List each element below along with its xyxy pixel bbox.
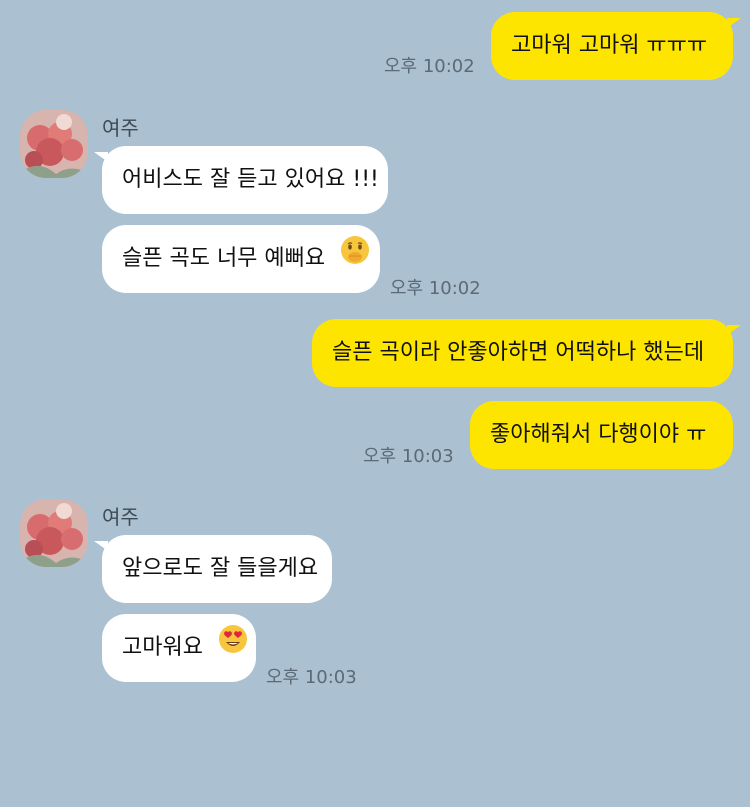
their-message-bubble[interactable]: 앞으로도 잘 들을게요 bbox=[102, 535, 332, 603]
bubble-tail bbox=[94, 541, 108, 551]
message-text: 슬픈 곡이라 안좋아하면 어떡하나 했는데 bbox=[332, 340, 705, 365]
my-message-bubble[interactable]: 고마워 고마워 ㅠㅠㅠ bbox=[491, 12, 733, 80]
avatar-flowers-image bbox=[20, 499, 88, 567]
my-message-bubble[interactable]: 좋아해줘서 다행이야 ㅠ bbox=[470, 401, 733, 469]
avatar[interactable] bbox=[20, 110, 88, 178]
sender-name: 여주 bbox=[102, 116, 139, 140]
bubble-tail bbox=[94, 152, 108, 162]
chat-room: 오후 10:02 고마워 고마워 ㅠㅠㅠ 여주 어비스도 잘 듣고 있어요 !!… bbox=[0, 0, 750, 807]
their-message-bubble[interactable]: 어비스도 잘 듣고 있어요 !!! bbox=[102, 146, 388, 214]
message-time: 오후 10:02 bbox=[390, 278, 481, 299]
my-message-bubble[interactable]: 슬픈 곡이라 안좋아하면 어떡하나 했는데 bbox=[312, 319, 733, 387]
their-message-bubble[interactable]: 고마워요 bbox=[102, 614, 256, 682]
message-time: 오후 10:03 bbox=[363, 446, 454, 467]
avatar[interactable] bbox=[20, 499, 88, 567]
bubble-tail bbox=[727, 325, 741, 335]
bubble-tail bbox=[727, 18, 741, 28]
message-text: 앞으로도 잘 들을게요 bbox=[122, 556, 319, 581]
message-text: 고마워 고마워 ㅠㅠㅠ bbox=[511, 33, 708, 58]
message-text: 좋아해줘서 다행이야 ㅠ bbox=[490, 422, 707, 447]
sender-name: 여주 bbox=[102, 505, 139, 529]
message-time: 오후 10:03 bbox=[266, 667, 357, 688]
message-text: 슬픈 곡도 너무 예뻐요 bbox=[122, 246, 326, 271]
message-time: 오후 10:02 bbox=[384, 56, 475, 77]
their-message-bubble[interactable]: 슬픈 곡도 너무 예뻐요 bbox=[102, 225, 380, 293]
hand-over-mouth-emoji bbox=[340, 225, 370, 293]
message-text: 어비스도 잘 듣고 있어요 !!! bbox=[122, 167, 379, 192]
heart-eyes-emoji bbox=[218, 614, 248, 682]
message-text: 고마워요 bbox=[122, 635, 203, 660]
avatar-flowers-image bbox=[20, 110, 88, 178]
